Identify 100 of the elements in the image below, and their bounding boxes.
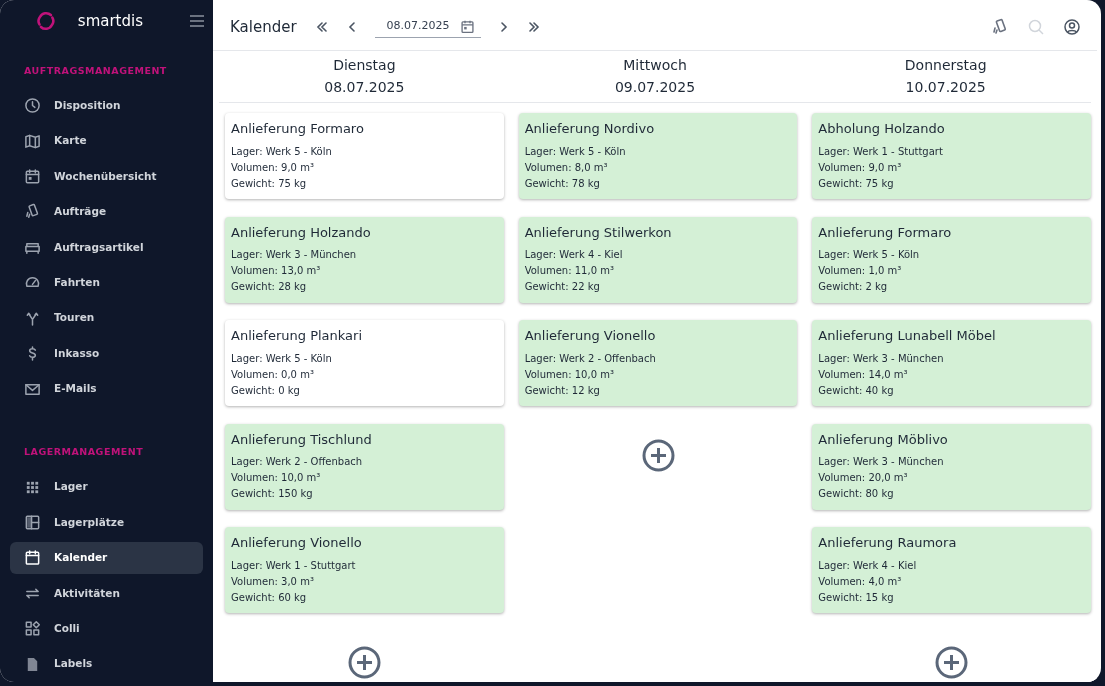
card-detail: Volumen: 9,0 m³ [818,160,903,175]
add-button[interactable] [347,645,381,679]
card-detail: Gewicht: 150 kg [231,487,314,501]
event-card[interactable]: Anlieferung Formaro Lager: Werk 5 - Köln Volumen: 9,0 m³ Gewicht: 75 kg [225,113,504,199]
weekday-label: Donnerstag [903,56,988,75]
sidebar-item[interactable]: Colli [10,613,203,645]
event-card[interactable]: Anlieferung Lunabell Möbel Lager: Werk 3 - München Volumen: 14,0 m³ Gewicht: 40 kg [812,320,1091,406]
card-detail: Gewicht: 22 kg [524,280,601,294]
card-detail: Volumen: 10,0 m³ [524,367,615,382]
cards-icon [991,18,1009,36]
card-title: Anlieferung Raumora [818,534,958,552]
user-icon [1063,18,1081,36]
event-card[interactable]: Abholung Holzando Lager: Werk 1 - Stuttgart Volumen: 9,0 m³ Gewicht: 75 kg [812,113,1091,199]
card-detail: Lager: Werk 5 - Köln [231,351,333,366]
card-detail: Lager: Werk 3 - München [231,248,358,262]
event-card[interactable]: Anlieferung Tischlund Lager: Werk 2 - Offenbach Volumen: 10,0 m³ Gewicht: 150 kg [225,423,504,510]
card-detail: Volumen: 4,0 m³ [818,574,903,589]
card-detail: Volumen: 11,0 m³ [524,264,615,278]
weekday-label: Mittwoch [622,56,688,75]
plus-circle-icon [347,645,381,679]
plus-circle-icon [641,438,675,472]
sidebar-item[interactable]: Touren [10,302,203,335]
card-detail: Lager: Werk 3 - München [818,455,945,469]
card-detail: Gewicht: 12 kg [524,383,601,398]
card-detail: Volumen: 20,0 m³ [818,471,909,485]
sidebar-item[interactable]: Karte [10,125,203,157]
sidebar-item[interactable]: Auftragsartikel [10,231,203,264]
card-title: Anlieferung Plankari [231,327,363,345]
card-title: Anlieferung Lunabell Möbel [818,327,997,345]
section-heading: AUFTRAGSMANAGEMENT [23,63,168,78]
card-detail: Volumen: 0,0 m³ [231,367,315,382]
card-detail: Lager: Werk 4 - Kiel [524,248,624,262]
card-detail: Volumen: 1,0 m³ [818,264,903,278]
sidebar-item[interactable]: Disposition [10,89,203,122]
sidebar-item[interactable]: Lagerplätze [10,506,203,539]
card-detail: Volumen: 8,0 m³ [524,160,609,175]
sidebar-item[interactable]: Fahrten [10,267,203,299]
card-detail: Lager: Werk 1 - Stuttgart [231,558,357,573]
day-date: 08.07.2025 [323,78,406,97]
event-card[interactable]: Anlieferung Vionello Lager: Werk 2 - Offenbach Volumen: 10,0 m³ Gewicht: 12 kg [518,320,798,406]
menu-icon [189,14,205,29]
card-detail: Gewicht: 75 kg [231,176,308,191]
card-detail: Volumen: 14,0 m³ [818,367,909,382]
card-detail: Lager: Werk 5 - Köln [231,144,333,159]
sidebar-item[interactable]: E-Mails [10,373,203,406]
sidebar-item[interactable]: Inkasso [10,338,203,370]
sidebar-item[interactable]: Kalender [10,542,203,574]
sidebar-item[interactable]: Aktivitäten [10,577,203,610]
event-card[interactable]: Anlieferung Vionello Lager: Werk 1 - Stuttgart Volumen: 3,0 m³ Gewicht: 60 kg [225,527,504,613]
add-button[interactable] [641,438,675,472]
shapes-icon [24,620,41,638]
add-button[interactable] [935,645,969,679]
calendar-icon [24,168,41,185]
sidebar-item[interactable]: Aufträge [10,196,203,228]
card-title: Anlieferung Vionello [231,534,363,552]
card-detail: Gewicht: 40 kg [818,383,895,398]
sidebar-item[interactable]: Lager [10,471,203,503]
card-detail: Volumen: 9,0 m³ [231,160,315,175]
card-title: Anlieferung Formaro [818,223,953,242]
card-title: Anlieferung Stilwerkon [524,223,673,242]
card-detail: Gewicht: 2 kg [818,280,889,294]
card-detail: Gewicht: 78 kg [524,176,601,191]
card-title: Anlieferung Formaro [231,120,365,138]
event-card[interactable]: Anlieferung Holzando Lager: Werk 3 - München Volumen: 13,0 m³ Gewicht: 28 kg [225,216,504,303]
card-detail: Lager: Werk 4 - Kiel [818,558,918,573]
event-card[interactable]: Anlieferung Nordivo Lager: Werk 5 - Köln Volumen: 8,0 m³ Gewicht: 78 kg [518,113,798,199]
calendar-icon [459,18,475,34]
card-detail: Lager: Werk 5 - Köln [524,144,627,159]
card-detail: Gewicht: 15 kg [818,590,895,605]
card-detail: Volumen: 13,0 m³ [231,264,322,278]
map-icon [24,132,41,150]
card-detail: Lager: Werk 2 - Offenbach [524,351,657,366]
search-icon [1027,18,1045,36]
card-detail: Gewicht: 60 kg [231,590,308,605]
card-title: Anlieferung Tischlund [231,430,373,449]
account-button[interactable] [1061,16,1083,38]
card-detail: Lager: Werk 3 - München [818,351,945,366]
logo-icon [36,11,56,32]
event-card[interactable]: Anlieferung Möblivo Lager: Werk 3 - München Volumen: 20,0 m³ Gewicht: 80 kg [812,423,1091,510]
clock-icon [24,97,41,115]
card-detail: Gewicht: 0 kg [231,383,301,398]
sidebar-item[interactable]: Labels [10,648,203,681]
section-heading: LAGERMANAGEMENT [23,445,145,460]
card-detail: Gewicht: 75 kg [818,176,895,191]
event-card[interactable]: Anlieferung Plankari Lager: Werk 5 - Köln Volumen: 0,0 m³ Gewicht: 0 kg [225,320,504,406]
cards-icon [24,203,41,221]
event-card[interactable]: Anlieferung Formaro Lager: Werk 5 - Köln Volumen: 1,0 m³ Gewicht: 2 kg [812,216,1091,303]
card-title: Anlieferung Möblivo [818,430,949,449]
brand-name: smartdis [77,11,143,33]
weekday-label: Dienstag [332,56,397,75]
card-detail: Gewicht: 80 kg [818,487,895,501]
card-title: Abholung Holzando [818,120,946,138]
sidebar-item[interactable]: Wochenübersicht [10,160,203,193]
calendar-icon [24,549,41,567]
layout-icon [24,514,41,531]
card-detail: Lager: Werk 1 - Stuttgart [818,144,944,159]
event-card[interactable]: Anlieferung Raumora Lager: Werk 4 - Kiel Volumen: 4,0 m³ Gewicht: 15 kg [812,527,1091,613]
event-card[interactable]: Anlieferung Stilwerkon Lager: Werk 4 - Kiel Volumen: 11,0 m³ Gewicht: 22 kg [518,216,798,303]
card-detail: Volumen: 10,0 m³ [231,471,322,485]
day-date: 10.07.2025 [904,78,987,97]
